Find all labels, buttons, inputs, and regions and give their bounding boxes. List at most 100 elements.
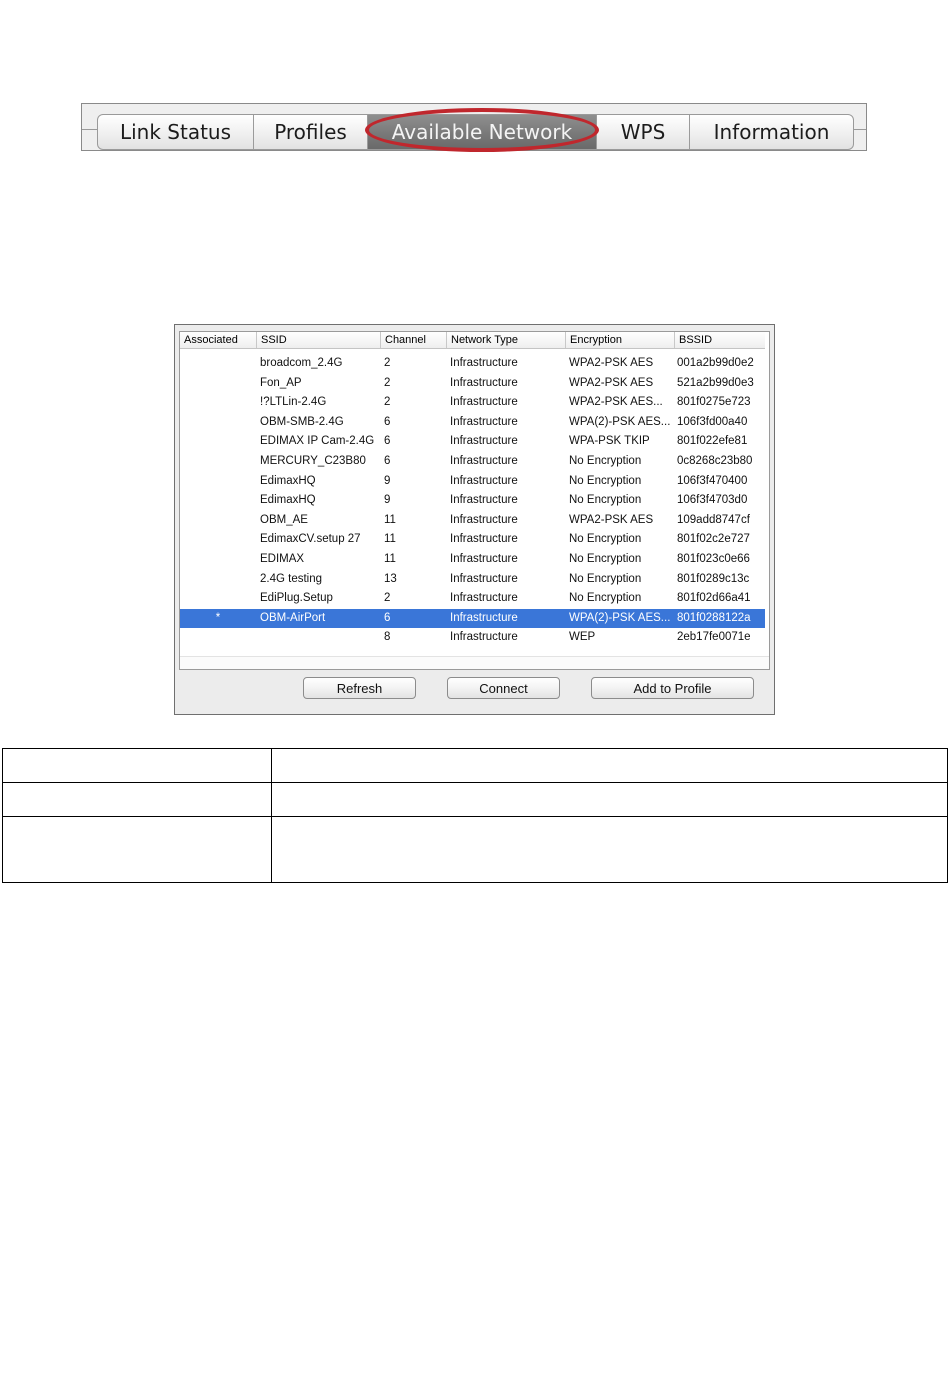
cell-network-type: Infrastructure — [450, 631, 518, 644]
column-header-bssid[interactable]: BSSID — [674, 332, 765, 348]
table-cell — [271, 816, 948, 883]
network-row[interactable]: !?LTLin-2.4G 2 Infrastructure WPA2-PSK AES.… — [180, 393, 765, 413]
cell-encryption: WPA2-PSK AES — [569, 357, 654, 369]
description-table — [2, 748, 948, 883]
cell-bssid: 801f023c0e66 — [677, 552, 750, 565]
column-header-encryption[interactable]: Encryption — [565, 332, 674, 348]
horizontal-scrollbar[interactable] — [180, 656, 769, 669]
cell-channel: 8 — [384, 631, 391, 644]
cell-channel: 6 — [384, 435, 391, 448]
cell-encryption: No Encryption — [569, 454, 642, 467]
cell-channel: 9 — [384, 474, 391, 487]
add-to-profile-button[interactable]: Add to Profile — [591, 677, 754, 699]
cell-encryption: No Encryption — [569, 494, 642, 507]
cell-ssid: OBM_AE — [260, 513, 308, 526]
cell-bssid: 801f0288122a — [677, 611, 751, 624]
cell-channel: 2 — [384, 592, 391, 605]
cell-channel: 2 — [384, 396, 391, 409]
network-row[interactable]: EdiPlug.Setup 2 Infrastructure No Encryptio… — [180, 589, 765, 609]
cell-ssid: broadcom_2.4G — [260, 357, 343, 369]
cell-bssid: 801f02d66a41 — [677, 592, 751, 605]
tab-information[interactable]: Information — [690, 115, 853, 149]
cell-bssid: 2eb17fe0071e — [677, 631, 751, 644]
cell-channel: 6 — [384, 454, 391, 467]
network-row[interactable]: EDIMAX IP Cam-2.4G 6 Infrastructure WPA-PSK… — [180, 432, 765, 452]
cell-network-type: Infrastructure — [450, 611, 518, 624]
table-row — [2, 748, 948, 783]
cell-encryption: No Encryption — [569, 592, 642, 605]
network-row[interactable]: EdimaxHQ 9 Infrastructure No Encryption 106f… — [180, 472, 765, 492]
table-cell — [271, 782, 948, 817]
table-cell — [2, 782, 272, 817]
network-row[interactable]: 8 Infrastructure WEP 2eb17fe0071e — [180, 628, 765, 648]
cell-encryption: WPA2-PSK AES — [569, 513, 654, 526]
network-list-header: Associated SSID Channel Network Type Enc… — [180, 332, 765, 349]
table-row — [2, 816, 948, 883]
cell-network-type: Infrastructure — [450, 474, 518, 487]
tab-wps[interactable]: WPS — [597, 115, 690, 149]
cell-ssid: OBM-AirPort — [260, 611, 326, 624]
cell-bssid: 0c8268c23b80 — [677, 454, 753, 467]
cell-channel: 2 — [384, 376, 391, 389]
cell-ssid: !?LTLin-2.4G — [260, 396, 327, 409]
cell-channel: 11 — [384, 533, 396, 546]
cell-encryption: WPA2-PSK AES... — [569, 396, 663, 409]
cell-network-type: Infrastructure — [450, 592, 518, 605]
cell-ssid: EdimaxHQ — [260, 494, 316, 507]
cell-channel: 9 — [384, 494, 391, 507]
cell-bssid: 801f0275e723 — [677, 396, 751, 409]
cell-network-type: Infrastructure — [450, 552, 518, 565]
tab-link-status[interactable]: Link Status — [98, 115, 254, 149]
cell-bssid: 001a2b99d0e2 — [677, 357, 754, 369]
column-header-associated[interactable]: Associated — [180, 332, 256, 348]
connect-button[interactable]: Connect — [447, 677, 560, 699]
network-row[interactable]: EdimaxHQ 9 Infrastructure No Encryption 106f… — [180, 491, 765, 511]
network-row[interactable]: broadcom_2.4G 2 Infrastructure WPA2-PSK AES… — [180, 354, 765, 374]
cell-bssid: 109add8747cf — [677, 513, 750, 526]
network-row[interactable]: EdimaxCV.setup 27 11 Infrastructure No Encr… — [180, 530, 765, 550]
cell-bssid: 521a2b99d0e3 — [677, 376, 754, 389]
column-header-network-type[interactable]: Network Type — [446, 332, 565, 348]
cell-bssid: 801f022efe81 — [677, 435, 748, 448]
column-header-ssid[interactable]: SSID — [256, 332, 380, 348]
cell-network-type: Infrastructure — [450, 415, 518, 428]
cell-bssid: 106f3fd00a40 — [677, 415, 748, 428]
cell-ssid: EdimaxHQ — [260, 474, 316, 487]
cell-channel: 6 — [384, 611, 391, 624]
tab-profiles[interactable]: Profiles — [254, 115, 368, 149]
network-row[interactable]: EDIMAX 11 Infrastructure No Encryption 801f0… — [180, 550, 765, 570]
network-row[interactable]: OBM_AE 11 Infrastructure WPA2-PSK AES 109add… — [180, 511, 765, 531]
cell-channel: 11 — [384, 513, 396, 526]
column-header-channel[interactable]: Channel — [380, 332, 446, 348]
cell-ssid: Fon_AP — [260, 376, 302, 389]
cell-encryption: WPA(2)-PSK AES... — [569, 415, 671, 428]
tab-bar-frame: Link Status Profiles Available Network W… — [81, 103, 867, 152]
cell-channel: 13 — [384, 572, 397, 585]
cell-ssid: OBM-SMB-2.4G — [260, 415, 344, 428]
cell-ssid: EDIMAX IP Cam-2.4G — [260, 435, 375, 448]
cell-encryption: No Encryption — [569, 533, 642, 546]
table-cell — [271, 748, 948, 783]
network-row[interactable]: 2.4G testing 13 Infrastructure No Encryptio… — [180, 570, 765, 590]
cell-network-type: Infrastructure — [450, 494, 518, 507]
cell-channel: 2 — [384, 357, 391, 369]
cell-encryption: WPA2-PSK AES — [569, 376, 654, 389]
cell-network-type: Infrastructure — [450, 435, 518, 448]
cell-bssid: 106f3f4703d0 — [677, 494, 748, 507]
cell-network-type: Infrastructure — [450, 454, 518, 467]
network-row[interactable]: MERCURY_C23B80 6 Infrastructure No Encrypti… — [180, 452, 765, 472]
network-row[interactable]: * OBM-AirPort 6 Infrastructure WPA(2)-PSK AE… — [180, 608, 765, 629]
cell-bssid: 106f3f470400 — [677, 474, 748, 487]
network-list-rows: broadcom_2.4G 2 Infrastructure WPA2-PSK AES… — [180, 354, 765, 648]
tab-available-network[interactable]: Available Network — [368, 115, 597, 149]
cell-encryption: No Encryption — [569, 474, 642, 487]
cell-ssid: EDIMAX — [260, 552, 305, 565]
network-row[interactable]: Fon_AP 2 Infrastructure WPA2-PSK AES 521a2b9… — [180, 374, 765, 394]
cell-encryption: WPA-PSK TKIP — [569, 435, 650, 448]
cell-ssid: 2.4G testing — [260, 572, 323, 585]
refresh-button[interactable]: Refresh — [303, 677, 416, 699]
network-list: Associated SSID Channel Network Type Enc… — [179, 331, 770, 670]
cell-network-type: Infrastructure — [450, 513, 518, 526]
network-row[interactable]: OBM-SMB-2.4G 6 Infrastructure WPA(2)-PSK AE… — [180, 413, 765, 433]
table-row — [2, 782, 948, 817]
